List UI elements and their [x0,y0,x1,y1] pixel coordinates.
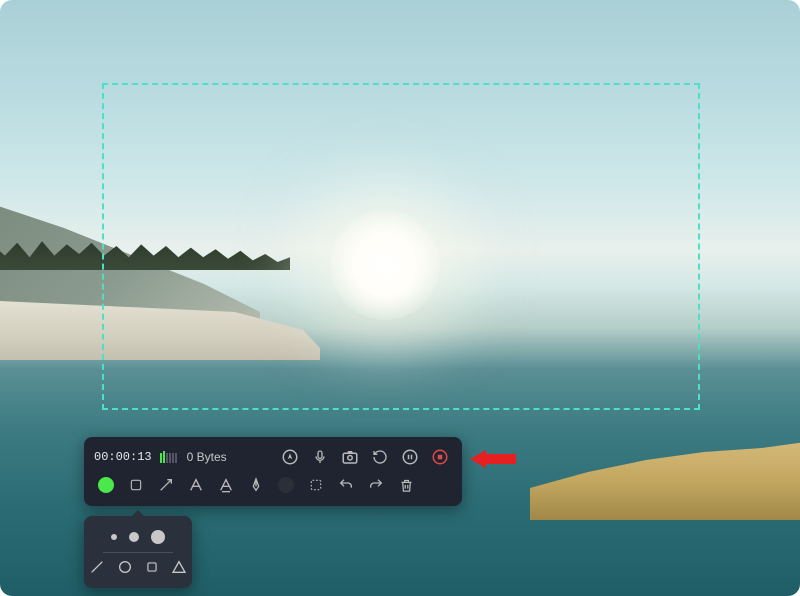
square-shape-button[interactable] [145,559,159,575]
brush-size-large[interactable] [151,530,165,544]
selection-tool-button[interactable] [304,473,328,497]
pause-button[interactable] [398,445,422,469]
line-shape-button[interactable] [89,559,105,575]
recorder-toolbar: 00:00:13 0 Bytes [84,437,462,506]
camera-button[interactable] [338,445,362,469]
shape-options-popup [84,516,192,588]
triangle-shape-button[interactable] [171,559,187,575]
redo-button[interactable] [364,473,388,497]
file-size-label: 0 Bytes [187,450,227,464]
brush-size-small[interactable] [111,534,117,540]
popup-divider [103,552,173,553]
refresh-button[interactable] [368,445,392,469]
arrow-tool-button[interactable] [154,473,178,497]
delete-button[interactable] [394,473,418,497]
stop-button[interactable] [428,445,452,469]
microphone-button[interactable] [308,445,332,469]
color-picker-dark[interactable] [274,473,298,497]
color-picker-green[interactable] [94,473,118,497]
sun [330,210,440,320]
cursor-highlight-button[interactable] [278,445,302,469]
shore [0,300,320,360]
circle-shape-button[interactable] [117,559,133,575]
undo-button[interactable] [334,473,358,497]
recording-timer: 00:00:13 [94,450,152,464]
audio-level-meter [160,451,177,463]
callout-arrow-icon [470,450,516,468]
highlighter-tool-button[interactable] [214,473,238,497]
rectangle-tool-button[interactable] [124,473,148,497]
text-tool-button[interactable] [184,473,208,497]
pen-tool-button[interactable] [244,473,268,497]
brush-size-medium[interactable] [129,532,139,542]
background-scene: 00:00:13 0 Bytes [0,0,800,596]
grass [530,440,800,520]
